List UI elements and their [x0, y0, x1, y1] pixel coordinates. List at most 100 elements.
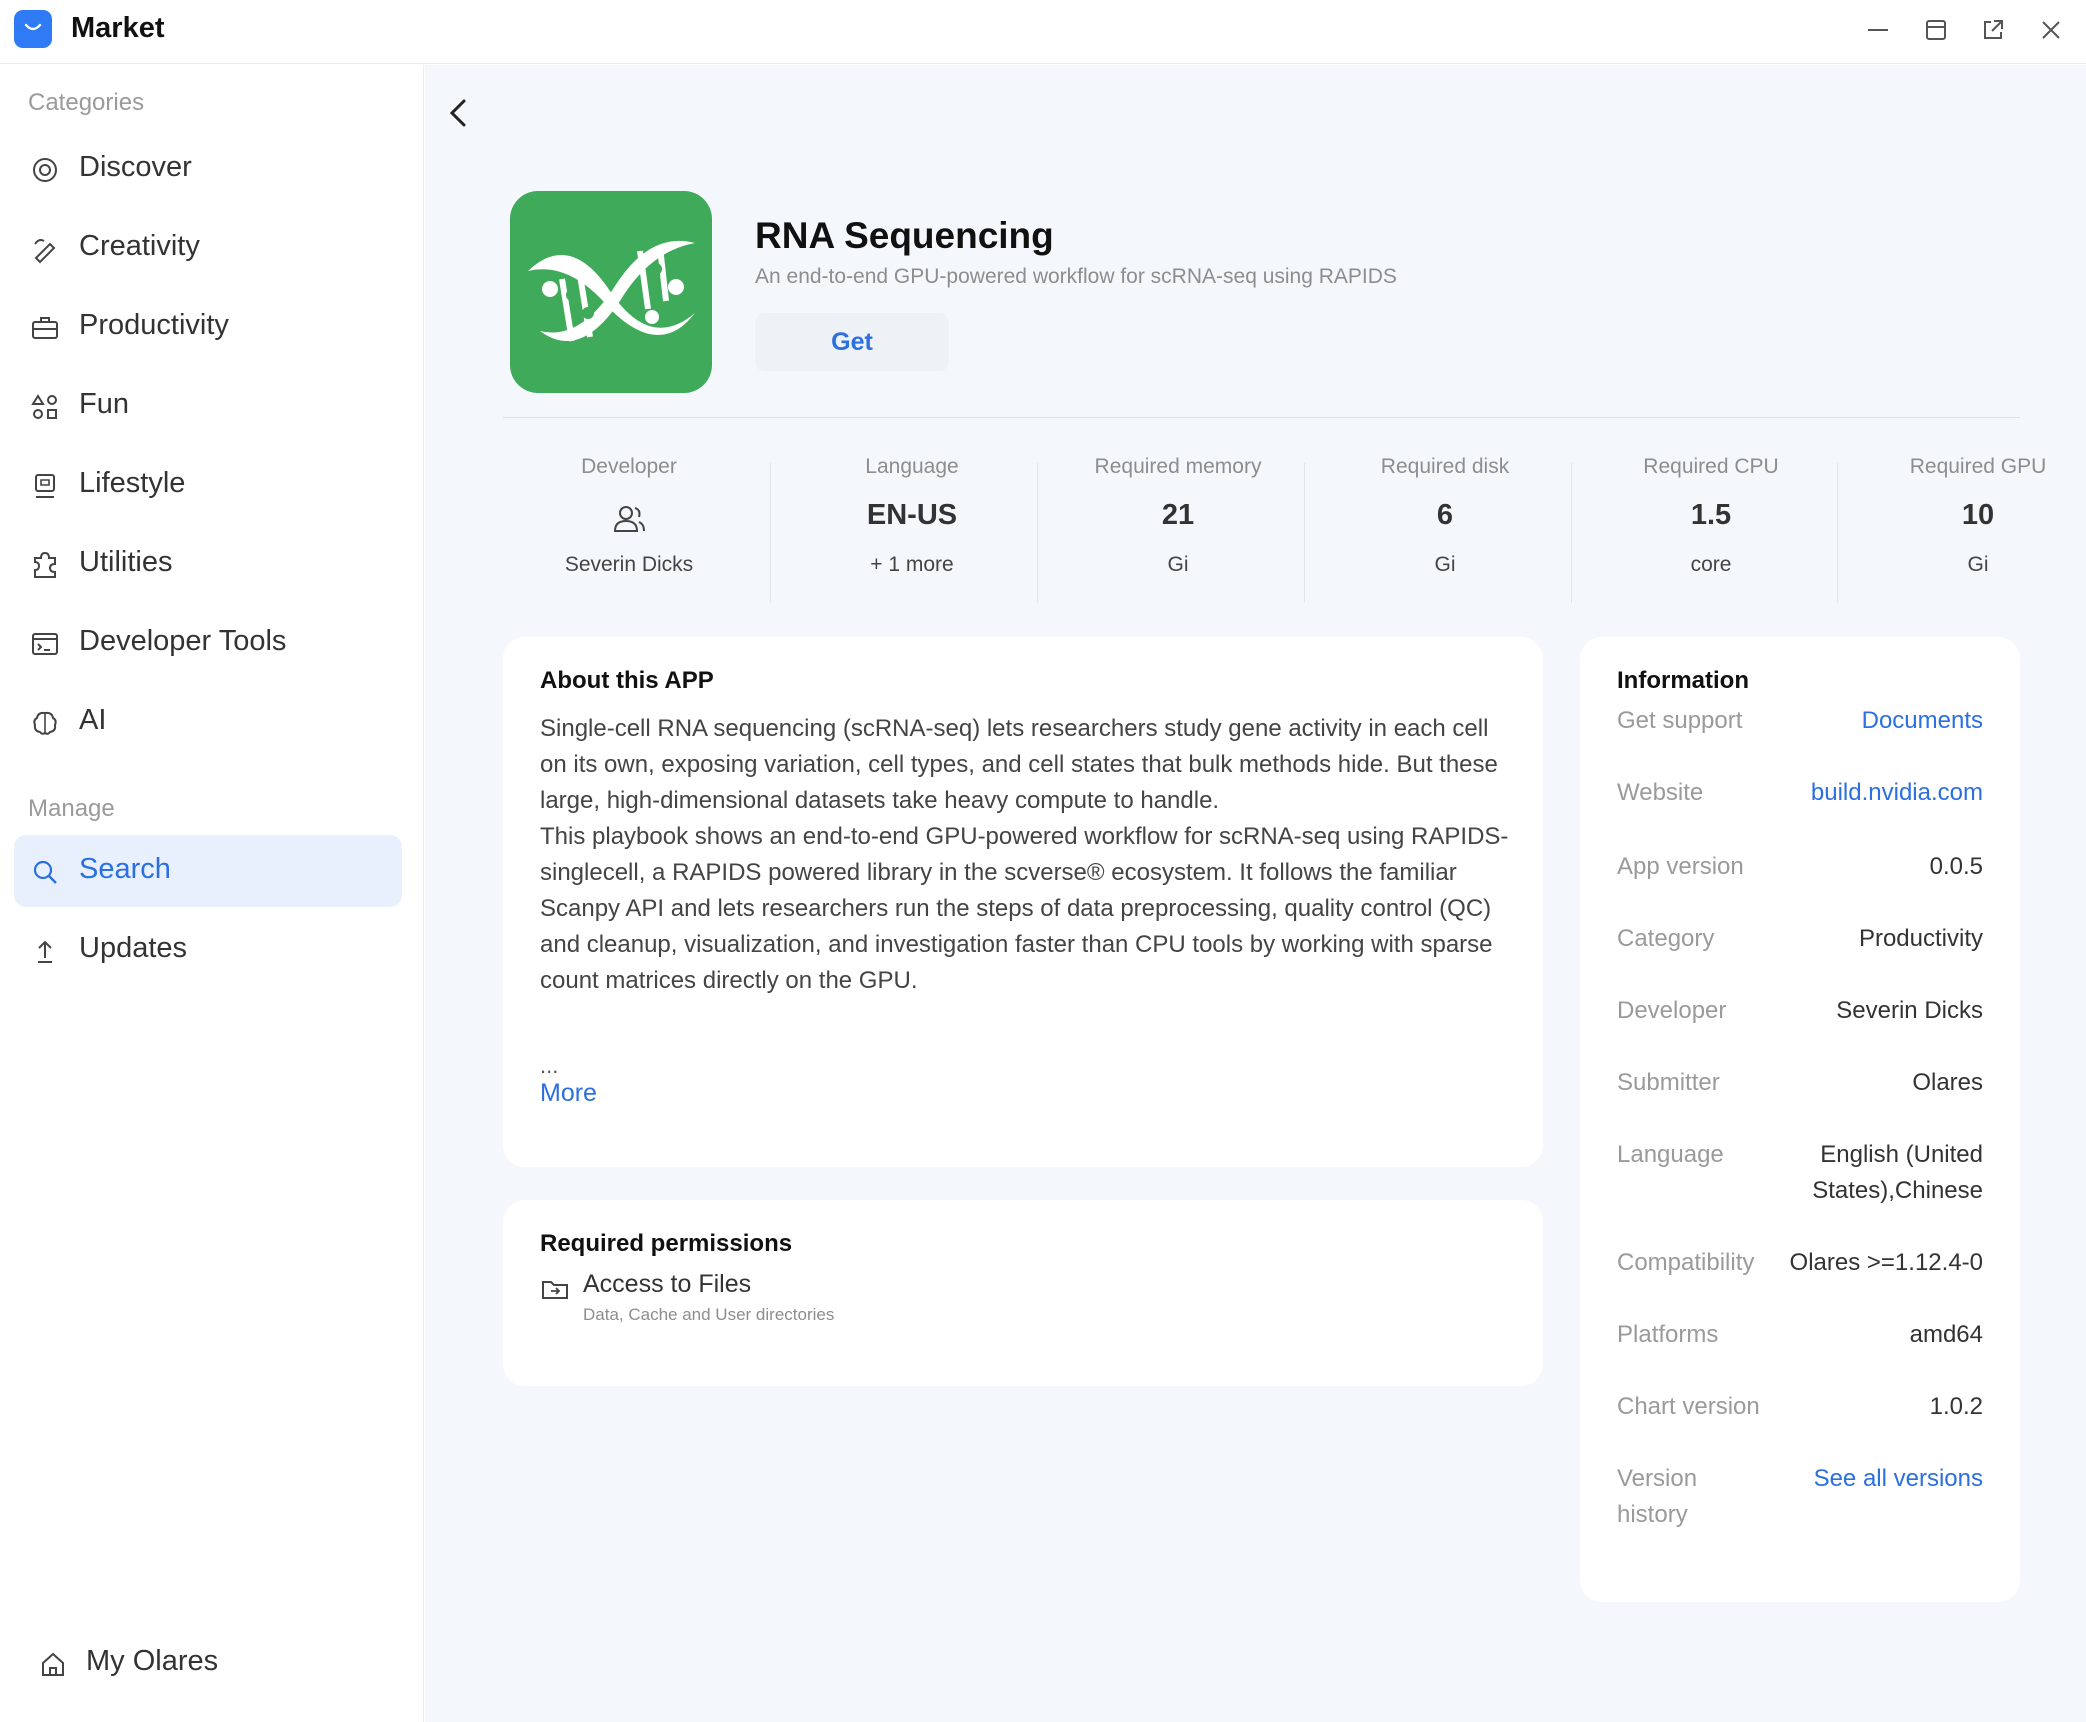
fun-icon	[30, 392, 60, 422]
stat-value: EN-US	[866, 499, 958, 531]
info-value: 1.0.2	[1929, 1393, 1983, 1420]
information-title: Information	[1617, 667, 1749, 694]
stat-label: Required disk	[1380, 455, 1510, 478]
info-key: Version history	[1617, 1465, 1698, 1528]
info-key: Compatibility	[1617, 1249, 1755, 1276]
utilities-icon	[30, 550, 60, 580]
my-olares-label: My Olares	[86, 1645, 219, 1677]
info-value: amd64	[1909, 1321, 1983, 1348]
documents-link[interactable]: Documents	[1753, 703, 1983, 739]
stat-label: Required CPU	[1643, 455, 1779, 478]
sidebar-item-label: Lifestyle	[79, 467, 186, 499]
about-ellipsis: ...	[540, 1053, 559, 1078]
sidebar: Categories Discover Creativity Productiv…	[0, 65, 424, 1722]
info-key: Chart version	[1617, 1393, 1760, 1420]
app-subtitle: An end-to-end GPU-powered workflow for s…	[755, 265, 1397, 288]
sidebar-item-label: AI	[79, 704, 107, 736]
stat-disk: Required disk 6 Gi	[1319, 455, 1571, 601]
stat-value: 21	[1161, 499, 1195, 531]
stat-label: Developer	[581, 455, 677, 478]
sidebar-item-label: Productivity	[79, 309, 229, 341]
info-value: Productivity	[1858, 925, 1983, 952]
info-value: Olares	[1912, 1069, 1983, 1096]
info-value: Severin Dicks	[1836, 997, 1983, 1024]
back-icon[interactable]	[441, 95, 477, 131]
stat-separator	[1571, 463, 1572, 603]
app-icon	[510, 191, 712, 393]
sidebar-item-utilities[interactable]: Utilities	[14, 528, 402, 600]
about-card: About this APP Single-cell RNA sequencin…	[503, 637, 1543, 1167]
stats-row: Developer Severin Dicks Language EN-US +…	[503, 455, 2046, 615]
search-icon	[30, 857, 60, 887]
stat-developer-name[interactable]: Severin Dicks	[503, 553, 755, 577]
stat-label: Required GPU	[1909, 455, 2047, 478]
stat-more[interactable]: + 1 more	[786, 553, 1038, 577]
updates-icon	[30, 936, 60, 966]
stat-unit: core	[1690, 553, 1732, 576]
get-button[interactable]: Get	[755, 313, 949, 371]
sidebar-item-productivity[interactable]: Productivity	[14, 291, 402, 363]
website-link[interactable]: build.nvidia.com	[1753, 775, 1983, 811]
info-key: Platforms	[1617, 1321, 1719, 1348]
window-title: Market	[71, 12, 165, 44]
sidebar-item-ai[interactable]: AI	[14, 686, 402, 758]
sidebar-item-label: Creativity	[79, 230, 200, 262]
permissions-title: Required permissions	[540, 1230, 793, 1257]
stat-value: 1.5	[1690, 499, 1732, 531]
see-all-versions-link[interactable]: See all versions	[1753, 1461, 1983, 1497]
categories-label: Categories	[28, 89, 145, 116]
stat-unit: Gi	[1167, 553, 1189, 576]
info-key: App version	[1617, 853, 1744, 880]
sidebar-item-label: Search	[79, 853, 171, 885]
stat-value: 6	[1436, 499, 1454, 531]
about-paragraph-2: This playbook shows an end-to-end GPU-po…	[540, 823, 1509, 994]
sidebar-item-label: Utilities	[79, 546, 173, 578]
info-value: English (United States),Chinese	[1812, 1141, 1983, 1204]
information-card: Information Get support Documents Websit…	[1580, 637, 2020, 1602]
stat-unit: Gi	[1967, 553, 1989, 576]
stat-language: Language EN-US + 1 more	[786, 455, 1038, 601]
sidebar-item-creativity[interactable]: Creativity	[14, 212, 402, 284]
stat-label: Required memory	[1094, 455, 1262, 478]
sidebar-item-label: Discover	[79, 151, 192, 183]
sidebar-item-updates[interactable]: Updates	[14, 914, 402, 986]
info-key: Category	[1617, 925, 1715, 952]
folder-icon	[540, 1274, 570, 1304]
users-icon	[611, 501, 647, 537]
about-paragraph-1: Single-cell RNA sequencing (scRNA-seq) l…	[540, 715, 1498, 814]
open-external-icon[interactable]	[1977, 14, 2009, 46]
main-content: RNA Sequencing An end-to-end GPU-powered…	[425, 65, 2086, 1722]
permission-desc: Data, Cache and User directories	[583, 1305, 835, 1324]
info-key: Website	[1617, 779, 1704, 806]
info-value: Olares >=1.12.4-0	[1789, 1249, 1983, 1276]
app-name: RNA Sequencing	[755, 215, 1054, 256]
info-key: Submitter	[1617, 1069, 1720, 1096]
info-key: Developer	[1617, 997, 1727, 1024]
developer-tools-icon	[30, 629, 60, 659]
hero-divider	[503, 417, 2020, 418]
sidebar-item-discover[interactable]: Discover	[14, 133, 402, 205]
sidebar-item-search[interactable]: Search	[14, 835, 402, 907]
about-more-link[interactable]: More	[540, 1079, 597, 1108]
sidebar-item-developer-tools[interactable]: Developer Tools	[14, 607, 402, 679]
sidebar-item-lifestyle[interactable]: Lifestyle	[14, 449, 402, 521]
info-value: 0.0.5	[1929, 853, 1983, 880]
sidebar-item-fun[interactable]: Fun	[14, 370, 402, 442]
permissions-card: Required permissions Access to Files Dat…	[503, 1200, 1543, 1386]
stat-separator	[770, 463, 771, 603]
manage-label: Manage	[28, 795, 115, 822]
stat-unit: Gi	[1434, 553, 1456, 576]
stat-value: 10	[1961, 499, 1995, 531]
market-logo-icon	[14, 10, 52, 48]
stat-label: Language	[865, 455, 959, 478]
permission-name: Access to Files	[583, 1270, 752, 1298]
title-bar: Market	[0, 0, 2086, 64]
about-title: About this APP	[540, 667, 714, 694]
sidebar-item-label: Fun	[79, 388, 129, 420]
minimize-icon[interactable]	[1862, 14, 1894, 46]
sidebar-item-label: Developer Tools	[79, 625, 287, 657]
home-icon	[38, 1649, 68, 1679]
stat-gpu: Required GPU 10 Gi	[1852, 455, 2086, 601]
maximize-icon[interactable]	[1920, 14, 1952, 46]
close-icon[interactable]	[2035, 14, 2067, 46]
